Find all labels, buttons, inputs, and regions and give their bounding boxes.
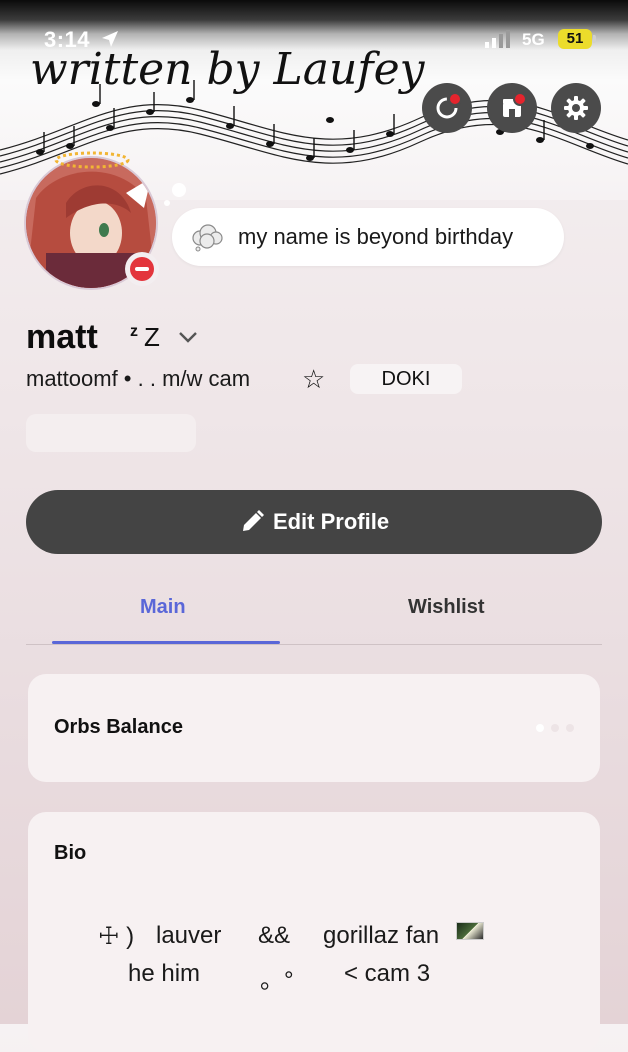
thought-bubble-dot [164,200,170,206]
gear-icon [564,96,588,120]
bio-text: && [258,922,291,949]
username-pronouns-line[interactable]: mattoomf • . . m/w cam [26,366,250,392]
bio-text: gorillaz fan [323,922,440,949]
edit-profile-button[interactable]: Edit Profile [26,490,602,554]
bio-text: ☩ ) [98,923,135,950]
status-bar: 3:14 5G 51 [0,0,628,60]
edit-profile-label: Edit Profile [272,509,390,534]
status-time: 3:14 [44,27,91,52]
tab-divider [26,644,602,645]
presence-badge [125,252,159,286]
bio-text: lauver [156,922,222,949]
battery-icon: 51 [558,29,596,49]
display-name: matt [26,318,98,356]
loading-dots-icon [536,724,574,732]
signal-icon [485,30,510,48]
location-arrow-icon [102,31,118,47]
sleep-status-icon: zZ [130,322,160,352]
notification-dot [448,92,462,106]
star-icon: ☆ [302,364,326,394]
do-not-disturb-icon [130,257,154,281]
bio-text: 。° [260,967,294,994]
bio-emoji-image [456,922,484,940]
tab-main[interactable]: Main [140,596,186,619]
thought-bubble-dot [172,183,186,197]
battery-level: 51 [558,29,592,49]
network-type: 5G [522,30,545,49]
avatar-decoration-halo [54,151,130,169]
custom-status-bubble[interactable]: my name is beyond birthday [172,208,564,266]
chevron-down-icon[interactable] [178,330,198,344]
settings-button[interactable] [551,83,601,133]
shop-button[interactable] [487,83,537,133]
bio-text: he him [128,960,201,987]
orbs-balance-title: Orbs Balance [54,716,183,738]
bio-card: Bio ☩ ) lauver && gorillaz fan he him 。°… [28,812,600,1052]
custom-status-text: my name is beyond birthday [238,224,514,249]
bio-title: Bio [54,842,87,864]
orbs-balance-card[interactable]: Orbs Balance [28,674,600,782]
nitro-refresh-button[interactable] [422,83,472,133]
badges-area [26,414,196,452]
notification-dot [513,92,527,106]
thought-cloud-icon [192,224,223,252]
pencil-icon [242,510,264,531]
tab-wishlist[interactable]: Wishlist [408,596,485,619]
avatar-container[interactable] [24,151,159,290]
bio-text: < cam 3 [344,960,431,987]
server-tag[interactable]: DOKI [350,364,462,394]
